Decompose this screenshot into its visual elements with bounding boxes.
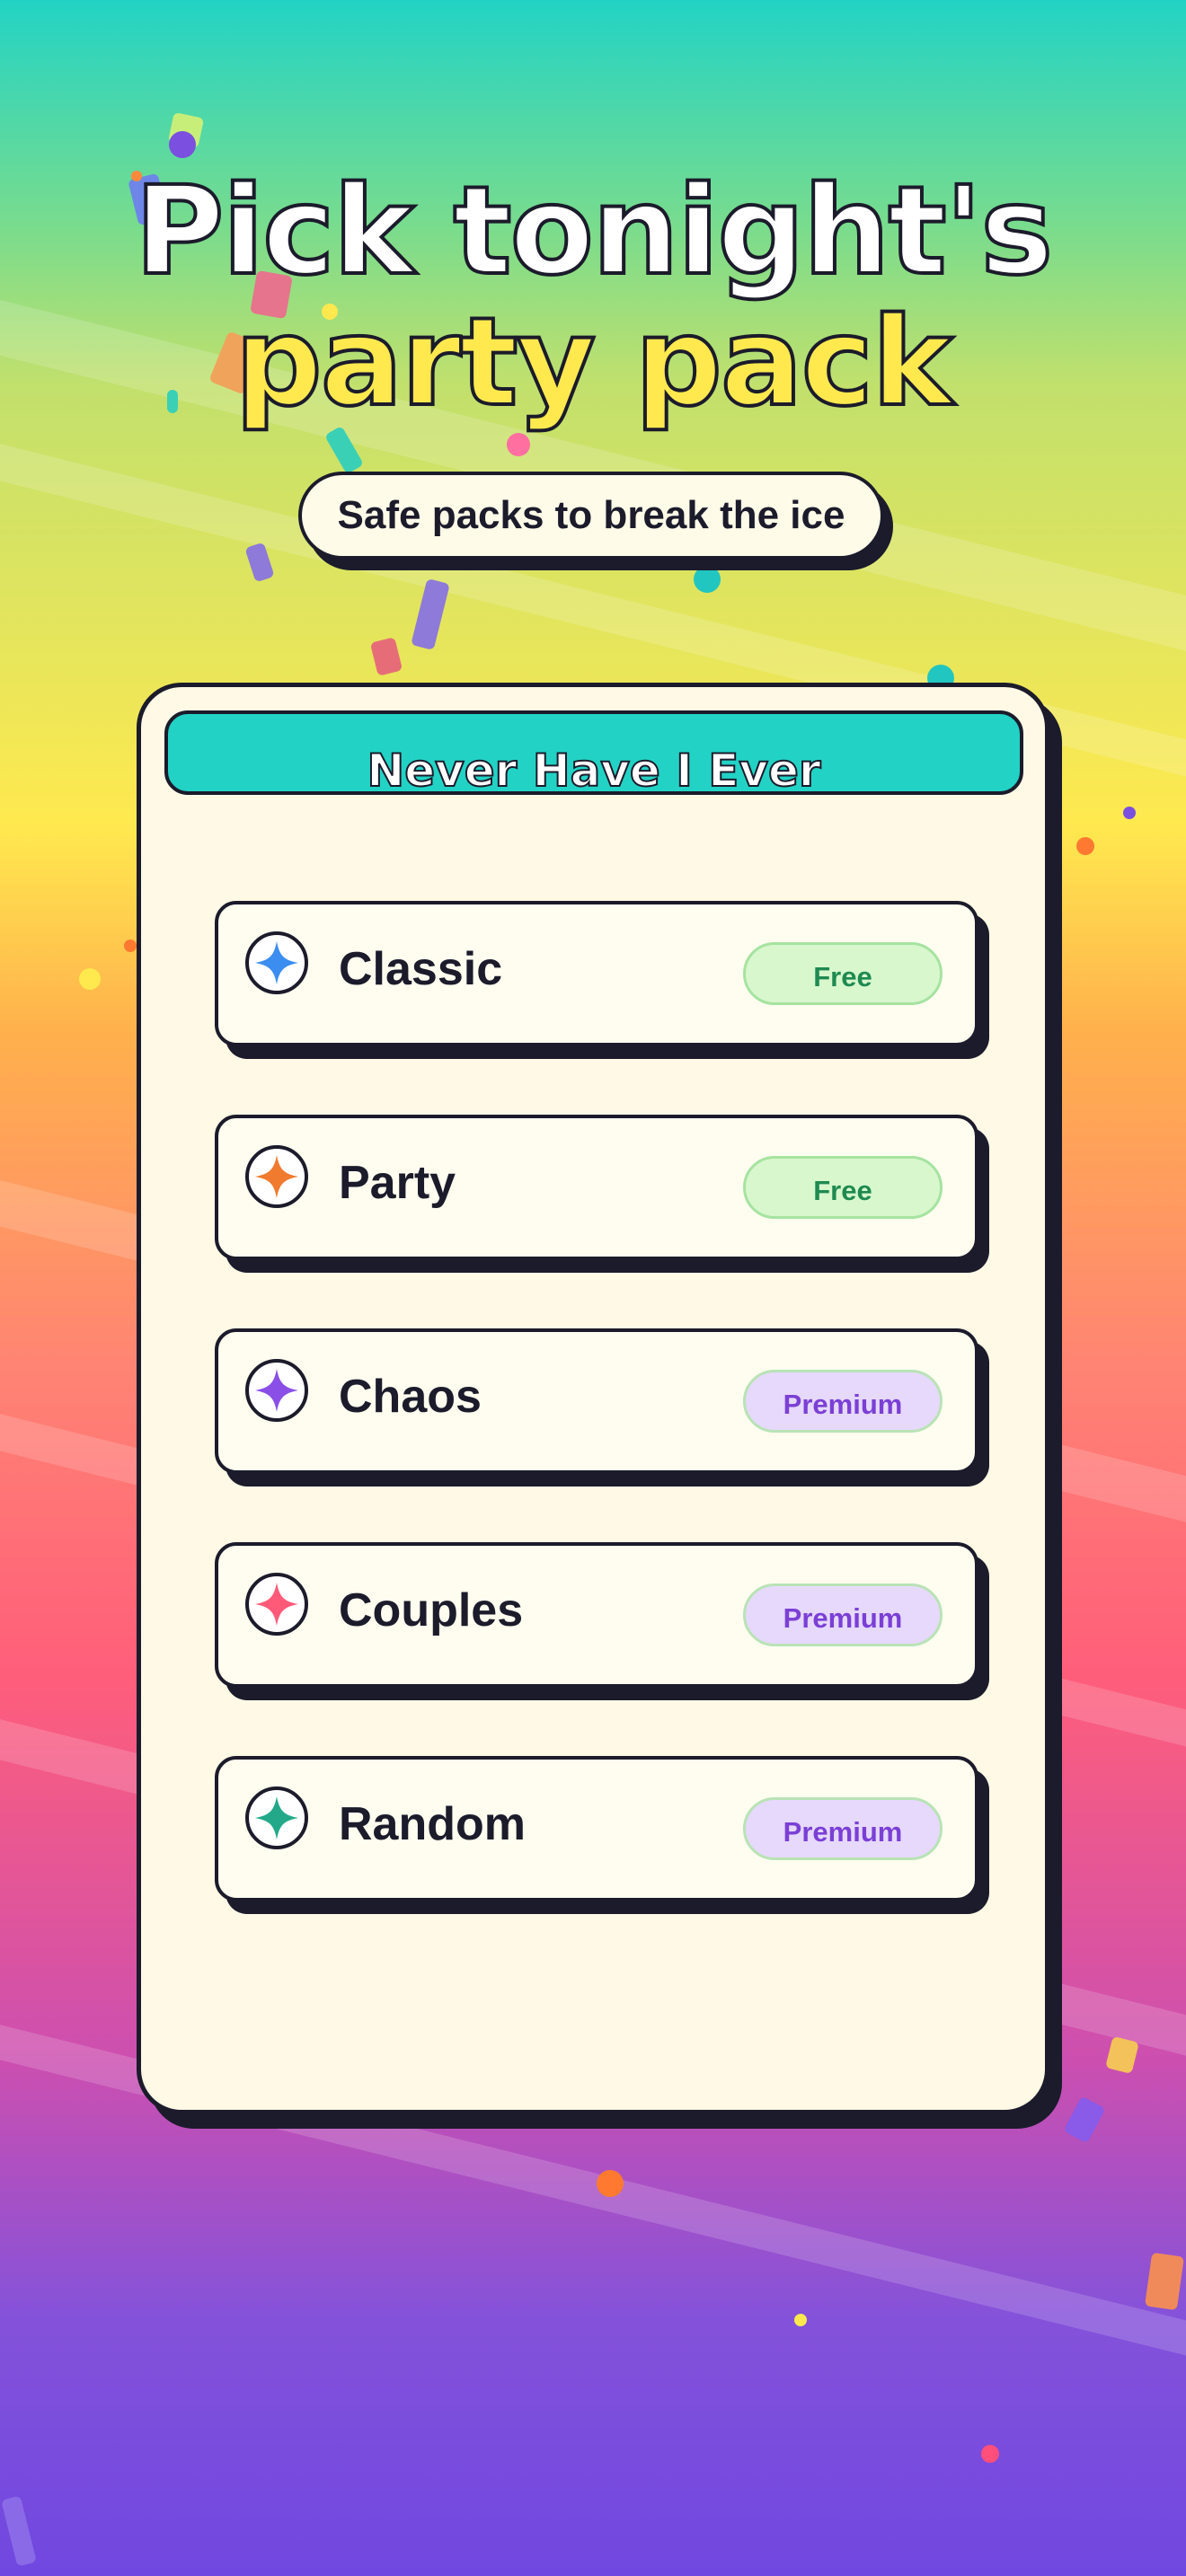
page-title-line1: Pick tonight's bbox=[133, 161, 1055, 303]
sparkle-icon bbox=[245, 1786, 308, 1849]
sparkle-icon bbox=[245, 1359, 308, 1422]
subtitle-pill: Safe packs to break the ice bbox=[298, 472, 884, 560]
premium-badge: Premium bbox=[743, 1797, 943, 1860]
confetti-dot bbox=[1123, 807, 1136, 819]
confetti-dot bbox=[794, 2314, 807, 2326]
pack-name: Party bbox=[339, 1157, 456, 1209]
confetti-piece bbox=[1, 2495, 37, 2567]
confetti-piece bbox=[1063, 2095, 1106, 2144]
confetti-piece bbox=[369, 637, 403, 676]
sparkle-icon bbox=[245, 1573, 308, 1636]
page-title-line2: party pack bbox=[233, 292, 954, 434]
pack-card-chaos[interactable]: Chaos Premium bbox=[215, 1328, 978, 1474]
confetti-piece bbox=[411, 578, 450, 651]
confetti-dot bbox=[1076, 837, 1094, 855]
sparkle-icon-shape bbox=[255, 1796, 298, 1839]
sparkle-icon bbox=[245, 931, 308, 994]
panel-header: Never Have I Ever bbox=[164, 710, 1023, 795]
pack-card-random[interactable]: Random Premium bbox=[215, 1756, 978, 1901]
pack-card-classic[interactable]: Classic Free bbox=[215, 901, 978, 1046]
confetti-dot bbox=[507, 433, 530, 456]
subtitle-text: Safe packs to break the ice bbox=[337, 493, 845, 537]
confetti-dot bbox=[694, 566, 721, 593]
pack-name: Chaos bbox=[339, 1371, 482, 1423]
premium-badge: Premium bbox=[743, 1370, 943, 1433]
panel-title: Never Have I Ever bbox=[366, 745, 821, 795]
sparkle-icon-shape bbox=[255, 1583, 298, 1626]
confetti-dot bbox=[169, 131, 196, 158]
pack-name: Classic bbox=[339, 943, 503, 995]
confetti-piece bbox=[1105, 2035, 1139, 2075]
pack-card-couples[interactable]: Couples Premium bbox=[215, 1542, 978, 1688]
sparkle-icon-shape bbox=[255, 1155, 298, 1198]
pack-name: Couples bbox=[339, 1584, 524, 1636]
confetti-dot bbox=[79, 968, 101, 990]
confetti-piece bbox=[1145, 2252, 1184, 2311]
free-badge: Free bbox=[743, 942, 943, 1005]
premium-badge: Premium bbox=[743, 1584, 943, 1646]
pack-card-party[interactable]: Party Free bbox=[215, 1115, 978, 1260]
sparkle-icon-shape bbox=[255, 941, 298, 984]
pack-panel: Never Have I Ever Classic Free Party Fre… bbox=[137, 683, 1049, 2114]
sparkle-icon bbox=[245, 1145, 308, 1208]
free-badge: Free bbox=[743, 1156, 943, 1219]
confetti-dot bbox=[597, 2170, 624, 2197]
confetti-dot bbox=[124, 940, 137, 952]
confetti-dot bbox=[981, 2445, 999, 2463]
pack-name: Random bbox=[339, 1798, 526, 1850]
sparkle-icon-shape bbox=[255, 1369, 298, 1412]
